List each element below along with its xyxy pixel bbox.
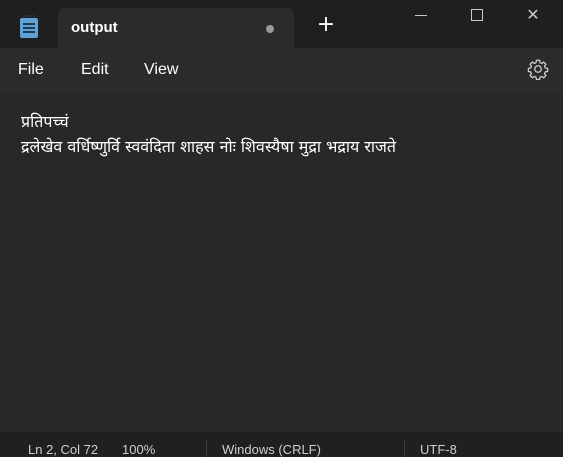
tab-title: output — [71, 19, 118, 36]
menu-bar: File Edit View — [0, 48, 563, 92]
text-editor[interactable]: प्रतिपच्चं द्रलेखेव वर्धिष्णुर्वि स्ववंद… — [0, 92, 563, 432]
line-endings[interactable]: Windows (CRLF) — [222, 442, 321, 457]
close-button[interactable]: ✕ — [505, 0, 561, 32]
minimize-icon — [415, 15, 427, 16]
maximize-icon — [471, 8, 483, 21]
menu-view[interactable]: View — [144, 61, 178, 79]
editor-line: प्रतिपच्चं — [21, 112, 69, 131]
menu-file[interactable]: File — [18, 61, 44, 79]
notepad-icon — [20, 15, 38, 38]
maximize-button[interactable] — [449, 0, 505, 32]
encoding[interactable]: UTF-8 — [420, 442, 457, 457]
gear-icon[interactable] — [527, 58, 549, 80]
status-divider — [404, 440, 405, 457]
menu-edit[interactable]: Edit — [81, 61, 109, 79]
title-bar: output + ✕ — [0, 0, 563, 48]
editor-line: द्रलेखेव वर्धिष्णुर्वि स्ववंदिता शाहस नो… — [21, 137, 397, 156]
unsaved-dot-icon[interactable] — [266, 25, 274, 33]
zoom-level[interactable]: 100% — [122, 442, 155, 457]
minimize-button[interactable] — [393, 0, 449, 32]
status-divider — [206, 440, 207, 457]
new-tab-button[interactable]: + — [314, 13, 338, 37]
status-bar: Ln 2, Col 72 100% Windows (CRLF) UTF-8 — [0, 432, 563, 457]
tab-output[interactable]: output — [58, 8, 294, 48]
cursor-position: Ln 2, Col 72 — [28, 442, 99, 457]
